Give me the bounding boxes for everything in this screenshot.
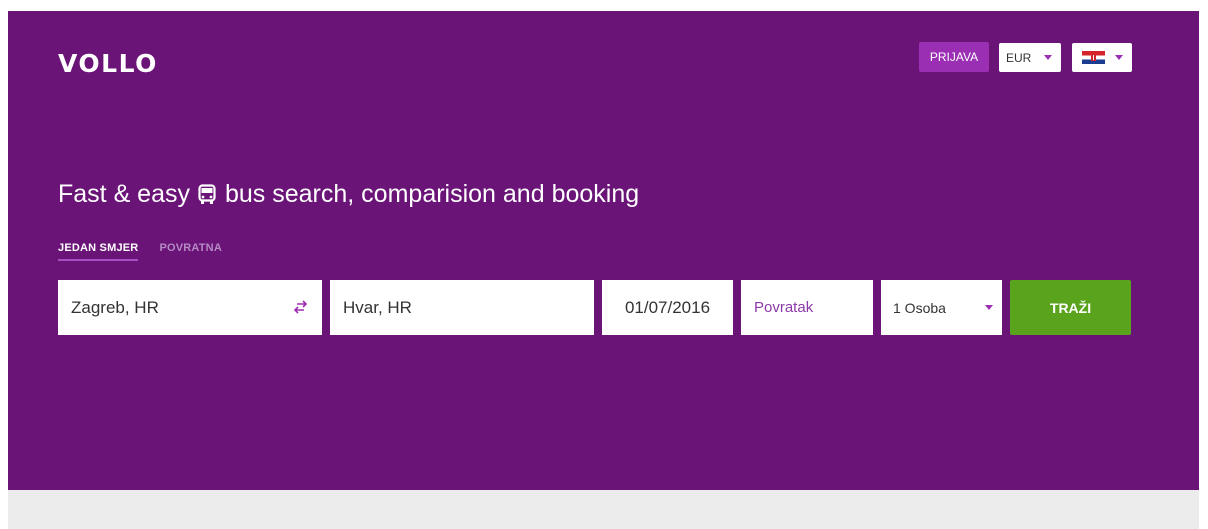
currency-value: EUR: [1006, 50, 1032, 65]
departure-date-value: 01/07/2016: [624, 297, 711, 317]
swap-icon[interactable]: [293, 300, 308, 314]
logo[interactable]: VOLLO: [58, 49, 158, 78]
bus-icon: [198, 184, 216, 204]
departure-date-field[interactable]: 01/07/2016: [602, 280, 733, 335]
from-value: Zagreb, HR: [71, 297, 159, 317]
croatian-flag-icon: [1082, 51, 1105, 64]
tab-return[interactable]: POVRATNA: [159, 242, 222, 261]
tagline-text-start: Fast & easy: [58, 180, 190, 208]
tagline-text-end: bus search, comparision and booking: [225, 180, 640, 208]
search-button[interactable]: TRAŽI: [1010, 280, 1131, 335]
trip-type-tabs: JEDAN SMJER POVRATNA: [58, 242, 222, 261]
login-button[interactable]: PRIJAVA: [919, 42, 989, 72]
chevron-down-icon: [1044, 55, 1052, 60]
hero-tagline: Fast & easy bus search, comparision and …: [58, 180, 639, 209]
content-area: [8, 490, 1199, 529]
to-field[interactable]: Hvar, HR: [330, 280, 594, 335]
return-date-placeholder: Povratak: [754, 299, 814, 316]
to-value: Hvar, HR: [343, 297, 412, 317]
from-field[interactable]: Zagreb, HR: [58, 280, 322, 335]
chevron-down-icon: [1115, 55, 1123, 60]
return-date-field[interactable]: Povratak: [741, 280, 873, 335]
language-select[interactable]: [1072, 43, 1132, 72]
passengers-value: 1 Osoba: [893, 299, 946, 316]
chevron-down-icon: [985, 305, 993, 310]
currency-select[interactable]: EUR: [999, 43, 1061, 72]
tab-one-way[interactable]: JEDAN SMJER: [58, 242, 139, 261]
passengers-select[interactable]: 1 Osoba: [881, 280, 1002, 335]
